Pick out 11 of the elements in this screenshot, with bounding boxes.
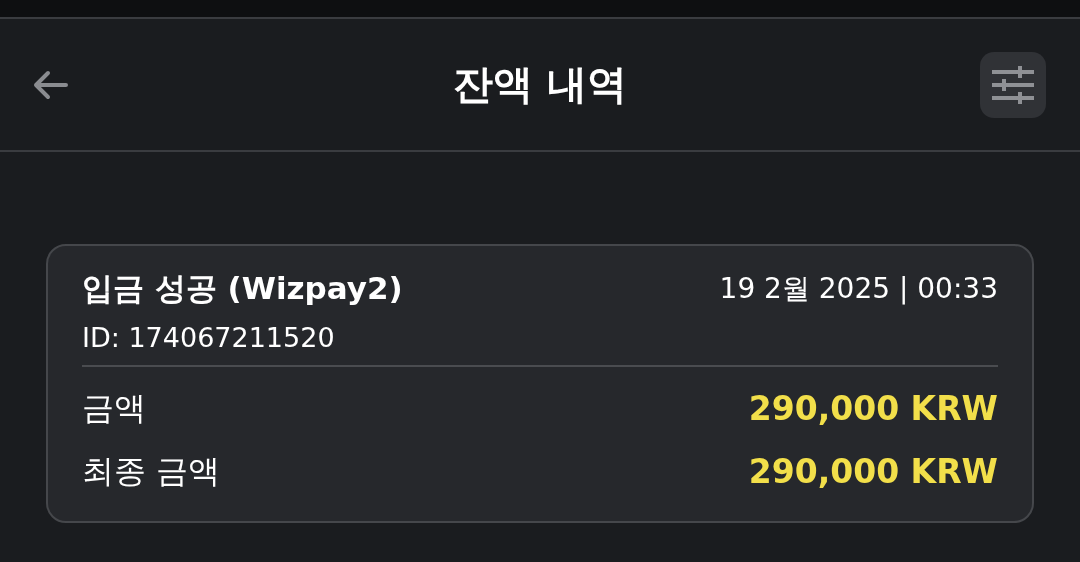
transaction-title: 입금 성공 (Wizpay2) — [82, 269, 403, 308]
amount-value: 290,000 KRW — [748, 452, 998, 491]
sliders-icon — [990, 63, 1036, 106]
filter-button[interactable] — [980, 51, 1046, 118]
transaction-id: ID: 174067211520 — [82, 322, 336, 353]
amount-label: 금액 — [82, 387, 146, 429]
amount-label: 최종 금액 — [82, 450, 221, 492]
amount-value: 290,000 KRW — [748, 389, 998, 428]
back-arrow-icon — [32, 68, 68, 101]
page-title: 잔액 내역 — [453, 61, 627, 107]
transaction-date: 19 2월 2025 | 00:33 — [719, 271, 998, 307]
